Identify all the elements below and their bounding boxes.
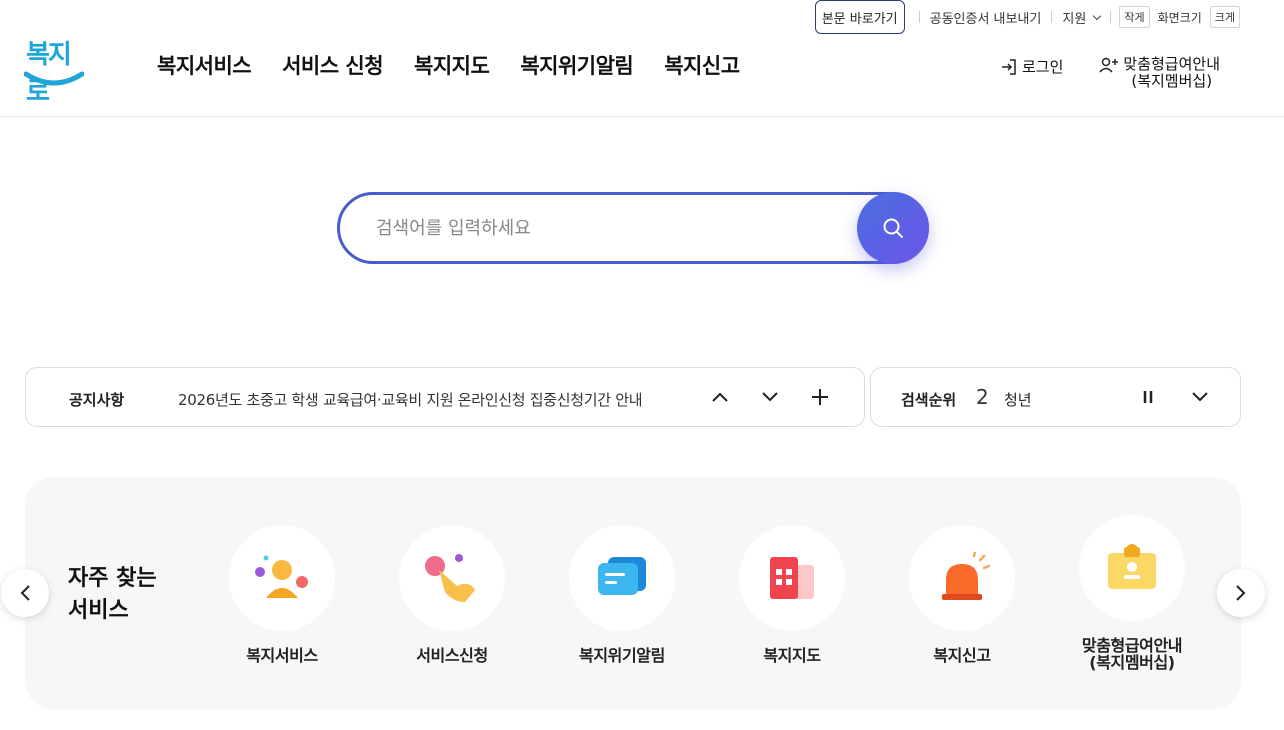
service-icon-circle [739,525,845,631]
ranking-number: 2 [976,385,989,409]
nav-service-apply[interactable]: 서비스 신청 [282,50,383,80]
service-item-membership[interactable]: 맞춤형급여안내 (복지멤버십) [1057,515,1207,671]
service-label: 서비스신청 [416,646,488,665]
notice-link[interactable]: 2026년도 초중고 학생 교육급여·교육비 지원 온라인신청 집중신청기간 안… [178,389,643,410]
ranking-expand-button[interactable] [1188,385,1212,409]
support-label: 지원 [1062,11,1087,27]
service-label: 복지지도 [763,646,821,665]
person-icon [255,555,308,598]
search-input[interactable] [376,213,846,243]
service-item-welfare-service[interactable]: 복지서비스 [207,525,357,664]
nav-welfare-report[interactable]: 복지신고 [664,50,740,80]
service-icon-circle [1079,515,1185,621]
chevron-down-icon [762,392,778,402]
siren-icon [942,552,990,600]
plus-icon [812,389,828,405]
membership-button[interactable]: 맞춤형급여안내 (복지멤버십) [1099,56,1220,90]
login-button[interactable]: 로그인 [1000,56,1063,77]
logo-smile-icon [24,71,84,86]
ranking-controls [1136,385,1212,409]
nav-crisis-alert[interactable]: 복지위기알림 [520,50,633,80]
id-card-icon [1108,544,1156,589]
pointing-hand-icon [425,554,475,602]
ranking-pause-button[interactable] [1136,385,1160,409]
service-label: 복지위기알림 [579,646,665,665]
service-label: 맞춤형급여안내 (복지멤버십) [1081,636,1183,672]
search-box [337,192,929,264]
divider [1110,11,1112,23]
font-size-large-button[interactable]: 크게 [1209,6,1240,28]
carousel-next-button[interactable] [1217,569,1265,617]
pause-icon [1143,391,1153,403]
nav-welfare-service[interactable]: 복지서비스 [157,50,252,80]
utility-bar: 본문 바로가기 공동인증서 내보내기 지원 작게 화면크기 크게 [814,0,1240,34]
search-icon [883,218,903,238]
chevron-left-icon [20,585,30,601]
service-icon-circle [909,525,1015,631]
screen-size-label: 화면크기 [1157,10,1202,25]
chevron-down-icon [1093,11,1102,20]
font-size-small-button[interactable]: 작게 [1119,6,1150,28]
service-label: 복지신고 [933,646,991,665]
divider [918,11,920,23]
building-icon [770,557,814,599]
notice-bar: 공지사항 2026년도 초중고 학생 교육급여·교육비 지원 온라인신청 집중신… [25,367,865,427]
search-ranking-bar: 검색순위 2 청년 [870,367,1241,427]
service-item-welfare-report[interactable]: 복지신고 [887,525,1037,664]
site-logo[interactable]: 복지로 [24,34,86,107]
frequent-services-title: 자주 찾는 서비스 [68,563,157,627]
header-actions: 로그인 맞춤형급여안내 (복지멤버십) [1000,56,1220,90]
login-label: 로그인 [1022,58,1064,76]
service-item-service-apply[interactable]: 서비스신청 [377,525,527,664]
membership-label-line1: 맞춤형급여안내 [1123,55,1221,73]
service-icon-circle [399,525,505,631]
service-item-welfare-map[interactable]: 복지지도 [717,525,867,664]
notice-more-button[interactable] [808,385,832,409]
nav-welfare-map[interactable]: 복지지도 [414,50,490,80]
main-navigation: 복지서비스 서비스 신청 복지지도 복지위기알림 복지신고 [157,50,740,80]
ranking-keyword[interactable]: 청년 [1004,389,1032,410]
notice-controls [708,385,832,409]
service-icon-circle [569,525,675,631]
membership-label-line2: (복지멤버십) [1131,72,1213,90]
login-icon [1002,58,1016,75]
notice-prev-button[interactable] [708,385,732,409]
cert-export-link[interactable]: 공동인증서 내보내기 [928,8,1044,27]
search-button[interactable] [857,192,929,264]
frequent-title-line1: 자주 찾는 [68,566,157,591]
frequent-services-panel: 자주 찾는 서비스 복지서비스 서비스신청 복지위기알림 복지지도 복지신고 맞… [25,477,1241,709]
chat-message-icon [598,557,646,595]
add-user-icon [1099,57,1119,73]
service-label: 복지서비스 [246,646,318,665]
frequent-title-line2: 서비스 [68,598,129,623]
skip-to-content-button[interactable]: 본문 바로가기 [814,0,905,34]
chevron-right-icon [1236,585,1246,601]
notice-next-button[interactable] [758,385,782,409]
divider [1051,11,1053,23]
ranking-title: 검색순위 [901,391,957,409]
support-dropdown[interactable]: 지원 [1060,8,1102,27]
chevron-up-icon [712,392,728,402]
service-icon-circle [229,525,335,631]
service-item-crisis-alert[interactable]: 복지위기알림 [547,525,697,664]
carousel-prev-button[interactable] [1,569,49,617]
chevron-down-icon [1192,392,1208,402]
notice-title: 공지사항 [69,391,125,409]
